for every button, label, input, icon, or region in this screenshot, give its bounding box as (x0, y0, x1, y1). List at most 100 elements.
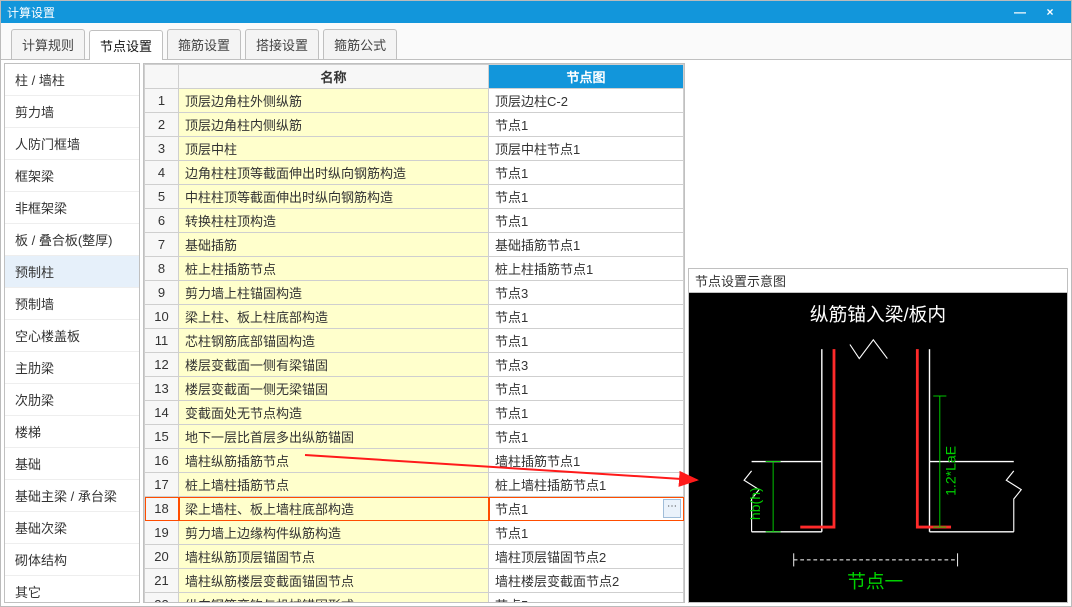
row-value-cell[interactable]: 节点1 (489, 113, 684, 137)
table-row[interactable]: 8桩上柱插筋节点桩上柱插筋节点1 (145, 257, 684, 281)
table-row[interactable]: 20墙柱纵筋顶层锚固节点墙柱顶层锚固节点2 (145, 545, 684, 569)
row-name-cell[interactable]: 地下一层比首层多出纵筋锚固 (179, 425, 489, 449)
row-number: 19 (145, 521, 179, 545)
row-value-cell[interactable]: 节点3 (489, 281, 684, 305)
table-row[interactable]: 21墙柱纵筋楼层变截面锚固节点墙柱楼层变截面节点2 (145, 569, 684, 593)
category-item[interactable]: 空心楼盖板 (5, 320, 139, 352)
row-number: 2 (145, 113, 179, 137)
row-value-cell[interactable]: 节点5 (489, 593, 684, 604)
row-name-cell[interactable]: 顶层边角柱内侧纵筋 (179, 113, 489, 137)
table-row[interactable]: 19剪力墙上边缘构件纵筋构造节点1 (145, 521, 684, 545)
row-name-cell[interactable]: 桩上墙柱插筋节点 (179, 473, 489, 497)
table-row[interactable]: 9剪力墙上柱锚固构造节点3 (145, 281, 684, 305)
tab-2[interactable]: 箍筋设置 (167, 29, 241, 59)
row-number: 1 (145, 89, 179, 113)
row-value-cell[interactable]: 节点1 (489, 185, 684, 209)
row-value-cell[interactable]: 墙柱插筋节点1 (489, 449, 684, 473)
category-item[interactable]: 基础 (5, 448, 139, 480)
row-value-cell[interactable]: 节点1 (489, 161, 684, 185)
table-row[interactable]: 6转换柱柱顶构造节点1 (145, 209, 684, 233)
category-item[interactable]: 预制墙 (5, 288, 139, 320)
table-row[interactable]: 18梁上墙柱、板上墙柱底部构造节点1⋯ (145, 497, 684, 521)
table-row[interactable]: 10梁上柱、板上柱底部构造节点1 (145, 305, 684, 329)
row-name-cell[interactable]: 剪力墙上柱锚固构造 (179, 281, 489, 305)
table-row[interactable]: 11芯柱钢筋底部锚固构造节点1 (145, 329, 684, 353)
row-value-cell[interactable]: 节点1 (489, 209, 684, 233)
tab-0[interactable]: 计算规则 (11, 29, 85, 59)
row-value-cell[interactable]: 节点1 (489, 377, 684, 401)
row-name-cell[interactable]: 纵向钢筋弯钩与机械锚固形式 (179, 593, 489, 604)
category-item[interactable]: 框架梁 (5, 160, 139, 192)
row-value-cell[interactable]: 顶层中柱节点1 (489, 137, 684, 161)
diagram-footer: 节点一 (847, 571, 903, 592)
tab-4[interactable]: 箍筋公式 (323, 29, 397, 59)
table-row[interactable]: 4边角柱柱顶等截面伸出时纵向钢筋构造节点1 (145, 161, 684, 185)
row-name-cell[interactable]: 梁上柱、板上柱底部构造 (179, 305, 489, 329)
category-item[interactable]: 砌体结构 (5, 544, 139, 576)
category-item[interactable]: 人防门框墙 (5, 128, 139, 160)
table-row[interactable]: 7基础插筋基础插筋节点1 (145, 233, 684, 257)
table-row[interactable]: 16墙柱纵筋插筋节点墙柱插筋节点1 (145, 449, 684, 473)
row-value-cell[interactable]: 节点3 (489, 353, 684, 377)
row-value-cell[interactable]: 基础插筋节点1 (489, 233, 684, 257)
tab-3[interactable]: 搭接设置 (245, 29, 319, 59)
row-number: 14 (145, 401, 179, 425)
category-item[interactable]: 预制柱 (5, 256, 139, 288)
close-button[interactable]: × (1035, 5, 1065, 19)
row-name-cell[interactable]: 顶层边角柱外侧纵筋 (179, 89, 489, 113)
row-value-cell[interactable]: 桩上柱插筋节点1 (489, 257, 684, 281)
row-name-cell[interactable]: 墙柱纵筋顶层锚固节点 (179, 545, 489, 569)
row-value-cell[interactable]: 桩上墙柱插筋节点1 (489, 473, 684, 497)
open-node-picker-button[interactable]: ⋯ (663, 499, 681, 518)
row-value-cell[interactable]: 节点1 (489, 425, 684, 449)
row-name-cell[interactable]: 变截面处无节点构造 (179, 401, 489, 425)
row-value-cell[interactable]: 节点1⋯ (489, 497, 684, 521)
category-item[interactable]: 基础次梁 (5, 512, 139, 544)
category-item[interactable]: 楼梯 (5, 416, 139, 448)
table-row[interactable]: 3顶层中柱顶层中柱节点1 (145, 137, 684, 161)
category-item[interactable]: 其它 (5, 576, 139, 603)
table-row[interactable]: 13楼层变截面一侧无梁锚固节点1 (145, 377, 684, 401)
row-name-cell[interactable]: 楼层变截面一侧有梁锚固 (179, 353, 489, 377)
category-item[interactable]: 基础主梁 / 承台梁 (5, 480, 139, 512)
table-row[interactable]: 5中柱柱顶等截面伸出时纵向钢筋构造节点1 (145, 185, 684, 209)
row-name-cell[interactable]: 基础插筋 (179, 233, 489, 257)
row-number: 7 (145, 233, 179, 257)
table-row[interactable]: 2顶层边角柱内侧纵筋节点1 (145, 113, 684, 137)
row-name-cell[interactable]: 墙柱纵筋楼层变截面锚固节点 (179, 569, 489, 593)
category-item[interactable]: 次肋梁 (5, 384, 139, 416)
row-name-cell[interactable]: 边角柱柱顶等截面伸出时纵向钢筋构造 (179, 161, 489, 185)
category-item[interactable]: 剪力墙 (5, 96, 139, 128)
row-name-cell[interactable]: 中柱柱顶等截面伸出时纵向钢筋构造 (179, 185, 489, 209)
row-name-cell[interactable]: 楼层变截面一侧无梁锚固 (179, 377, 489, 401)
category-item[interactable]: 非框架梁 (5, 192, 139, 224)
table-row[interactable]: 17桩上墙柱插筋节点桩上墙柱插筋节点1 (145, 473, 684, 497)
row-number: 10 (145, 305, 179, 329)
row-value-cell[interactable]: 顶层边柱C-2 (489, 89, 684, 113)
category-item[interactable]: 柱 / 墙柱 (5, 64, 139, 96)
minimize-button[interactable]: — (1005, 5, 1035, 19)
table-row[interactable]: 1顶层边角柱外侧纵筋顶层边柱C-2 (145, 89, 684, 113)
category-item[interactable]: 主肋梁 (5, 352, 139, 384)
row-name-cell[interactable]: 剪力墙上边缘构件纵筋构造 (179, 521, 489, 545)
row-value-cell[interactable]: 节点1 (489, 401, 684, 425)
table-row[interactable]: 12楼层变截面一侧有梁锚固节点3 (145, 353, 684, 377)
tab-1[interactable]: 节点设置 (89, 30, 163, 60)
row-value-cell[interactable]: 墙柱顶层锚固节点2 (489, 545, 684, 569)
row-name-cell[interactable]: 梁上墙柱、板上墙柱底部构造 (179, 497, 489, 521)
row-value-cell[interactable]: 墙柱楼层变截面节点2 (489, 569, 684, 593)
row-value-cell[interactable]: 节点1 (489, 329, 684, 353)
table-row[interactable]: 15地下一层比首层多出纵筋锚固节点1 (145, 425, 684, 449)
category-item[interactable]: 板 / 叠合板(整厚) (5, 224, 139, 256)
col-header-node: 节点图 (489, 65, 684, 89)
row-value-cell[interactable]: 节点1 (489, 521, 684, 545)
row-value-cell[interactable]: 节点1 (489, 305, 684, 329)
row-name-cell[interactable]: 转换柱柱顶构造 (179, 209, 489, 233)
table-row[interactable]: 22纵向钢筋弯钩与机械锚固形式节点5 (145, 593, 684, 604)
main-area: 柱 / 墙柱剪力墙人防门框墙框架梁非框架梁板 / 叠合板(整厚)预制柱预制墙空心… (1, 60, 1071, 606)
table-row[interactable]: 14变截面处无节点构造节点1 (145, 401, 684, 425)
row-name-cell[interactable]: 墙柱纵筋插筋节点 (179, 449, 489, 473)
row-name-cell[interactable]: 桩上柱插筋节点 (179, 257, 489, 281)
row-name-cell[interactable]: 芯柱钢筋底部锚固构造 (179, 329, 489, 353)
row-name-cell[interactable]: 顶层中柱 (179, 137, 489, 161)
